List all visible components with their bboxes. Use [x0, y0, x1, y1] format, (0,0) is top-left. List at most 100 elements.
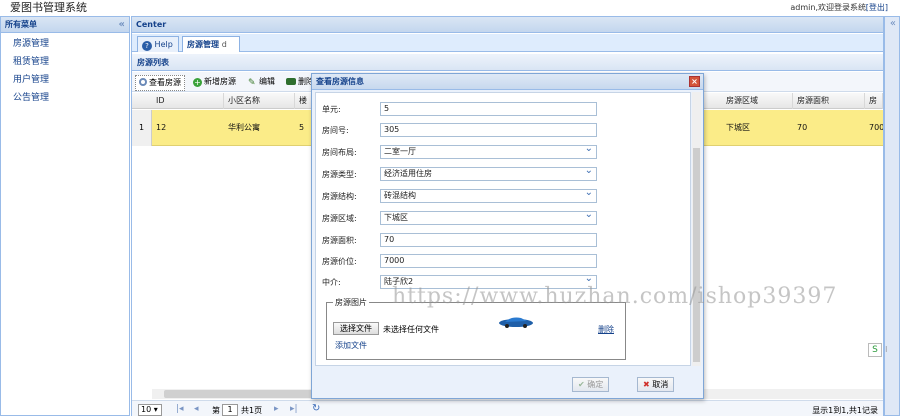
- page-number-input[interactable]: 1: [222, 404, 238, 416]
- next-page-icon[interactable]: ▸: [274, 404, 279, 415]
- cancel-button[interactable]: ✖ 取消: [637, 377, 675, 392]
- room-number-field[interactable]: 305: [380, 123, 597, 137]
- grid-title: 房源列表: [132, 54, 883, 71]
- field-label: 房源结构:: [322, 192, 357, 201]
- dialog-form: 单元: 5 房间号: 305 房间布局: 二室一厅 房源类型: 经济适用住房 房…: [315, 92, 691, 366]
- form-row-area: 房源面积: 70: [322, 233, 690, 248]
- help-icon: ?: [142, 41, 152, 51]
- field-label: 中介:: [322, 278, 341, 287]
- ok-label: 确定: [587, 380, 604, 389]
- tab-help-label: Help: [154, 40, 173, 49]
- edit-button[interactable]: ✎ 编辑: [245, 75, 278, 89]
- pencil-icon: ✎: [248, 78, 256, 88]
- cancel-icon: ✖: [643, 380, 650, 389]
- menu-item-user[interactable]: 用户管理: [1, 71, 129, 89]
- view-house-button[interactable]: 查看房源: [135, 75, 185, 91]
- layout-select[interactable]: 二室一厅: [380, 143, 597, 159]
- tab-strip: ? Help 房源管理 d ×: [132, 34, 883, 64]
- choose-file-button[interactable]: 选择文件: [333, 322, 379, 335]
- area-field[interactable]: 70: [380, 233, 597, 247]
- logout-link[interactable]: [登出]: [866, 2, 888, 13]
- tab-house-management[interactable]: 房源管理 d ×: [182, 36, 240, 64]
- close-icon[interactable]: ×: [689, 76, 700, 87]
- dialog-header: 查看房源信息 ×: [312, 74, 703, 90]
- watermark: https://www.huzhan.com/ishop39397: [392, 284, 838, 309]
- unit-field[interactable]: 5: [380, 102, 597, 116]
- page-label: 第: [212, 406, 220, 415]
- pager: 10 ▾ |◂ ◂ 第 1 共1页 ▸ ▸| ↻ 显示1到1,共1记录: [132, 400, 883, 416]
- app-title: 爱图书管理系统: [10, 1, 87, 14]
- view-house-dialog: 查看房源信息 × 单元: 5 房间号: 305 房间布局: 二室一厅 房源类型:…: [311, 73, 704, 399]
- cell-price: 700: [869, 123, 883, 132]
- cancel-label: 取消: [652, 380, 669, 389]
- dialog-scrollbar[interactable]: [692, 92, 701, 366]
- menu-panel: 所有菜单 « 房源管理 租赁管理 用户管理 公告管理: [0, 16, 130, 416]
- edit-label: 编辑: [259, 77, 275, 86]
- menu-item-lease[interactable]: 租赁管理: [1, 53, 129, 71]
- price-field[interactable]: 7000: [380, 254, 597, 268]
- add-icon: +: [193, 78, 202, 87]
- column-header-community[interactable]: 小区名称: [224, 93, 295, 109]
- field-label: 房源区域:: [322, 214, 357, 223]
- input-method-icon[interactable]: S: [868, 343, 882, 357]
- column-header-region[interactable]: 房源区域: [722, 93, 793, 109]
- form-row-type: 房源类型: 经济适用住房: [322, 165, 690, 182]
- user-greeting: admin,欢迎登录系统: [790, 3, 866, 12]
- tab-help[interactable]: ? Help: [137, 36, 179, 52]
- cell-community: 华利公寓: [228, 123, 260, 132]
- region-select[interactable]: 下城区: [380, 209, 597, 225]
- last-page-icon[interactable]: ▸|: [290, 404, 298, 415]
- ok-button[interactable]: ✔ 确定: [572, 377, 610, 392]
- field-label: 房源类型:: [322, 170, 357, 179]
- page-info: 显示1到1,共1记录: [812, 406, 878, 415]
- column-header-area[interactable]: 房源面积: [793, 93, 865, 109]
- dialog-title: 查看房源信息: [316, 77, 364, 86]
- center-panel-title: Center: [136, 20, 167, 29]
- field-label: 房源面积:: [322, 236, 357, 245]
- dialog-scroll-thumb[interactable]: [693, 148, 700, 362]
- form-row-region: 房源区域: 下城区: [322, 209, 690, 226]
- menu-item-house[interactable]: 房源管理: [1, 35, 129, 53]
- collapse-left-icon[interactable]: «: [119, 17, 125, 33]
- add-house-button[interactable]: + 新增房源: [190, 75, 239, 89]
- menu-panel-title: 所有菜单: [5, 20, 37, 29]
- form-row-layout: 房间布局: 二室一厅: [322, 143, 690, 160]
- check-icon: ✔: [578, 380, 585, 389]
- structure-select[interactable]: 砖混结构: [380, 187, 597, 203]
- page-total: 共1页: [241, 406, 263, 415]
- tab-house-label: 房源管理: [187, 40, 219, 49]
- first-page-icon[interactable]: |◂: [176, 404, 184, 415]
- page-size-select[interactable]: 10 ▾: [138, 404, 162, 416]
- view-house-label: 查看房源: [149, 78, 181, 87]
- refresh-icon[interactable]: ↻: [312, 403, 320, 414]
- cell-id: 12: [156, 123, 167, 132]
- delete-icon: [286, 78, 296, 85]
- house-type-select[interactable]: 经济适用住房: [380, 165, 597, 181]
- column-header-id[interactable]: ID: [152, 93, 224, 109]
- house-image-fieldset: 房源图片 选择文件 未选择任何文件 删除 添加文件: [326, 297, 626, 360]
- field-label: 房源价位:: [322, 257, 357, 266]
- house-image-legend: 房源图片: [333, 297, 369, 308]
- house-image-thumbnail: [499, 317, 533, 328]
- top-bar: 爱图书管理系统 admin,欢迎登录系统 [登出]: [0, 0, 900, 16]
- expand-right-icon[interactable]: «: [890, 18, 896, 29]
- delete-file-link[interactable]: 删除: [598, 324, 614, 335]
- form-row-price: 房源价位: 7000: [322, 254, 690, 269]
- field-label: 单元:: [322, 105, 341, 114]
- cell-building: 5: [299, 123, 305, 132]
- prev-page-icon[interactable]: ◂: [194, 404, 199, 415]
- column-header-price[interactable]: 房源: [865, 93, 883, 121]
- center-panel-header: Center: [132, 17, 883, 33]
- form-row-room: 房间号: 305: [322, 123, 690, 138]
- menu-item-notice[interactable]: 公告管理: [1, 89, 129, 107]
- more-options-icon[interactable]: ⁝: [885, 345, 888, 354]
- cell-area: 70: [797, 123, 808, 132]
- add-file-link[interactable]: 添加文件: [335, 340, 367, 351]
- field-label: 房间号:: [322, 126, 349, 135]
- form-row-unit: 单元: 5: [322, 102, 690, 117]
- search-icon: [139, 78, 147, 86]
- file-status: 未选择任何文件: [383, 325, 439, 334]
- field-label: 房间布局:: [322, 148, 357, 157]
- cell-region: 下城区: [726, 123, 750, 132]
- east-panel-collapsed: «: [884, 16, 900, 416]
